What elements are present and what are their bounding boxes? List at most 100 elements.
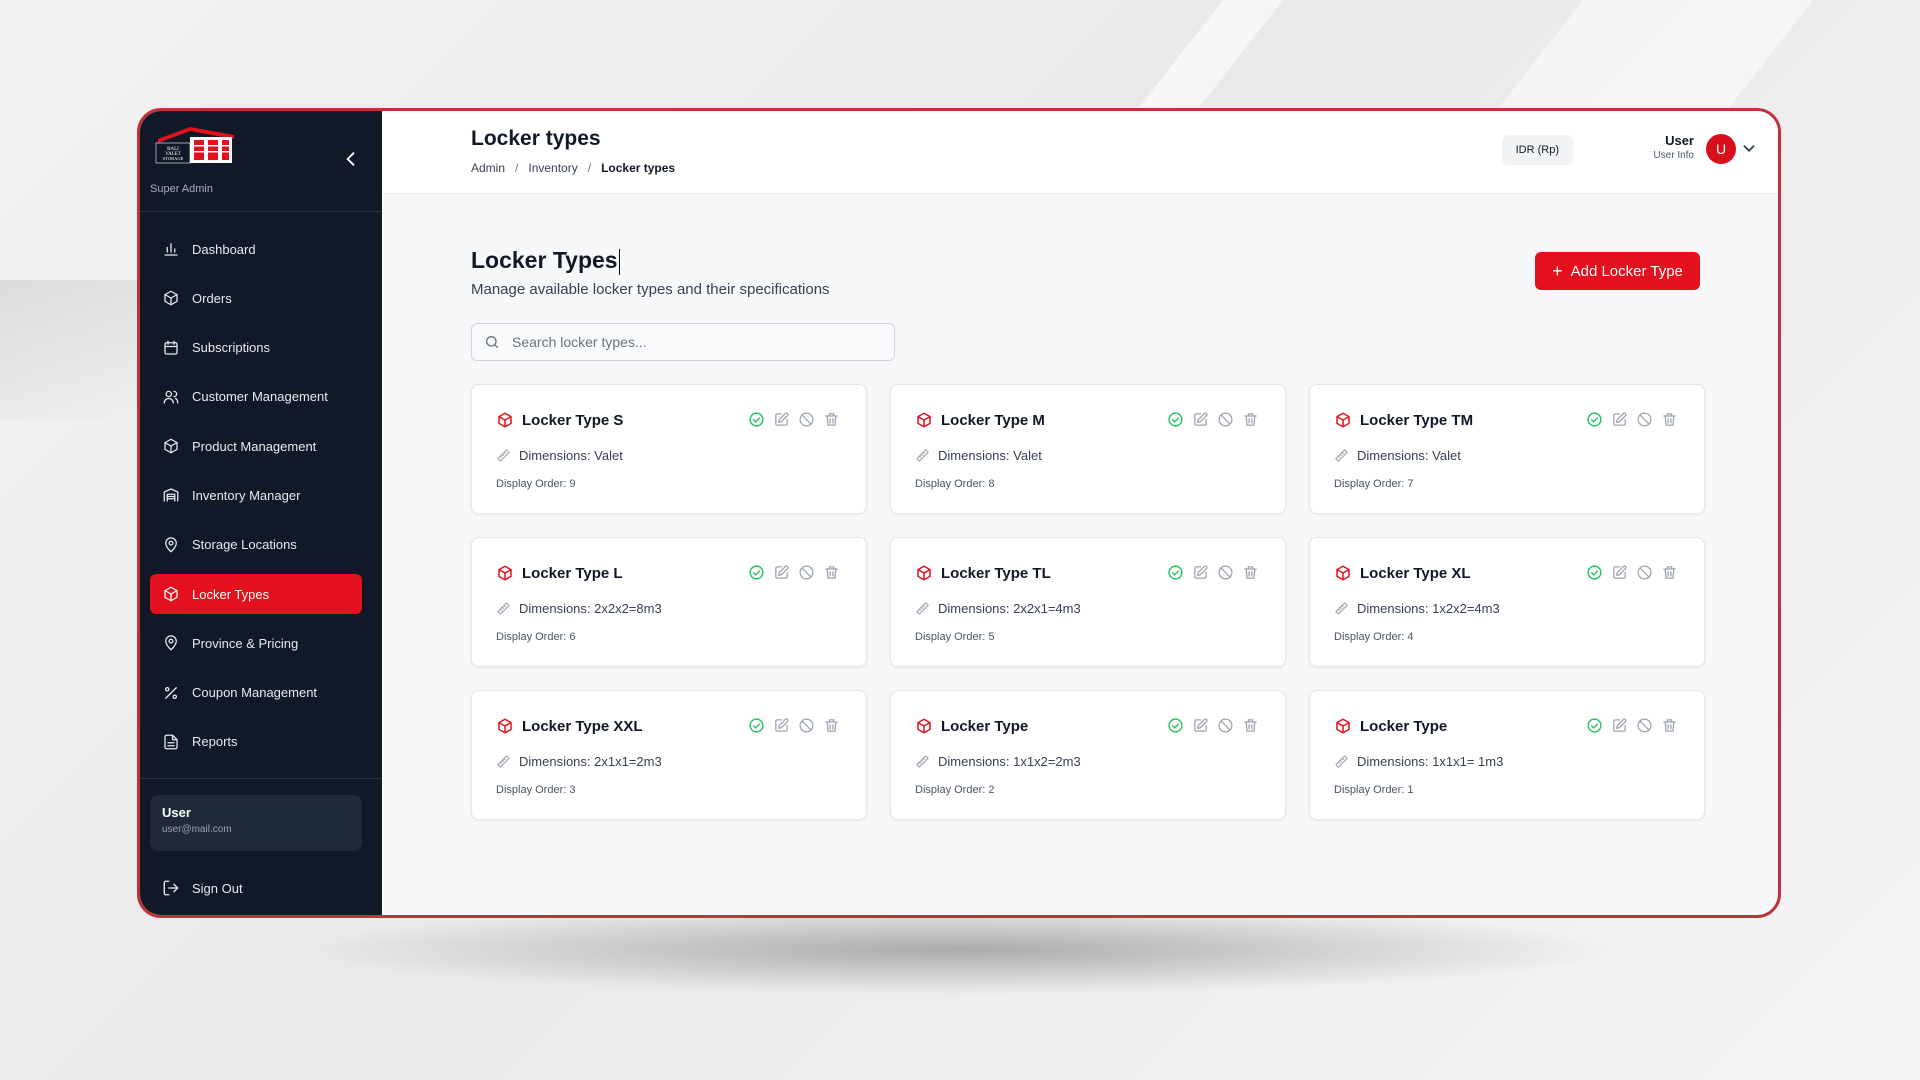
- sidebar-item-label: Orders: [192, 290, 232, 306]
- check-circle-icon[interactable]: [1586, 717, 1603, 734]
- edit-icon[interactable]: [1611, 411, 1628, 428]
- check-circle-icon[interactable]: [748, 717, 765, 734]
- edit-icon[interactable]: [1611, 564, 1628, 581]
- content-title: Locker Types: [471, 247, 620, 275]
- trash-icon[interactable]: [1661, 717, 1678, 734]
- display-order: Display Order: 6: [496, 631, 576, 643]
- ban-icon[interactable]: [1217, 564, 1234, 581]
- edit-icon[interactable]: [1192, 717, 1209, 734]
- sidebar-item-label: Customer Management: [192, 389, 328, 405]
- add-locker-type-label: Add Locker Type: [1570, 262, 1683, 280]
- sidebar-item-orders[interactable]: Orders: [150, 278, 362, 318]
- display-order: Display Order: 1: [1334, 784, 1414, 796]
- page-title: Locker types: [471, 127, 601, 150]
- map-pin-icon: [162, 536, 180, 554]
- trash-icon[interactable]: [823, 717, 840, 734]
- locker-type-name: Locker Type TM: [1360, 411, 1474, 429]
- card-actions: [1167, 564, 1259, 581]
- user-card[interactable]: User user@mail.com: [150, 795, 362, 851]
- window-shadow: [300, 905, 1620, 995]
- edit-icon[interactable]: [773, 564, 790, 581]
- sidebar-item-province-pricing[interactable]: Province & Pricing: [150, 623, 362, 663]
- check-circle-icon[interactable]: [1167, 717, 1184, 734]
- chevron-down-icon[interactable]: [1738, 137, 1760, 159]
- user-menu-text[interactable]: User User Info: [1653, 133, 1694, 161]
- dimensions-row: Dimensions: 1x2x2=4m3: [1334, 601, 1500, 616]
- search-input[interactable]: [510, 333, 874, 351]
- add-locker-type-button[interactable]: + Add Locker Type: [1535, 252, 1700, 290]
- locker-type-name: Locker Type L: [522, 564, 623, 582]
- locker-type-card: Locker Type Dimensions: 1x1x2=2m3 Display …: [890, 690, 1286, 820]
- card-title: Locker Type: [915, 717, 1028, 735]
- card-actions: [1167, 411, 1259, 428]
- locker-type-name: Locker Type S: [522, 411, 624, 429]
- breadcrumb-admin[interactable]: Admin: [471, 161, 505, 175]
- currency-selector[interactable]: IDR (Rp): [1501, 135, 1573, 165]
- sidebar-item-product-management[interactable]: Product Management: [150, 426, 362, 466]
- sidebar-item-reports[interactable]: Reports: [150, 722, 362, 762]
- sidebar-item-storage-locations[interactable]: Storage Locations: [150, 525, 362, 565]
- avatar[interactable]: U: [1706, 134, 1736, 164]
- card-title: Locker Type TM: [1334, 411, 1473, 429]
- collapse-sidebar-button[interactable]: [340, 149, 362, 171]
- sidebar-item-customer-management[interactable]: Customer Management: [150, 377, 362, 417]
- sidebar-item-subscriptions[interactable]: Subscriptions: [150, 328, 362, 368]
- breadcrumb-inventory[interactable]: Inventory: [528, 161, 577, 175]
- trash-icon[interactable]: [1242, 411, 1259, 428]
- edit-icon[interactable]: [1192, 411, 1209, 428]
- edit-icon[interactable]: [773, 717, 790, 734]
- dimensions-text: Dimensions: 2x1x1=2m3: [519, 754, 662, 769]
- calendar-icon: [162, 339, 180, 357]
- sidebar-item-locker-types[interactable]: Locker Types: [150, 574, 362, 615]
- bar-chart-icon: [162, 240, 180, 258]
- trash-icon[interactable]: [1661, 564, 1678, 581]
- locker-type-card: Locker Type TM Dimensions: Valet Display O…: [1309, 384, 1705, 514]
- locker-type-grid: Locker Type S Dimensions: Valet Display Or…: [471, 384, 1705, 820]
- edit-icon[interactable]: [773, 411, 790, 428]
- card-actions: [1586, 717, 1678, 734]
- sidebar-item-inventory-manager[interactable]: Inventory Manager: [150, 475, 362, 515]
- background-shade: [0, 280, 150, 420]
- check-circle-icon[interactable]: [1586, 411, 1603, 428]
- ban-icon[interactable]: [1636, 411, 1653, 428]
- trash-icon[interactable]: [1661, 411, 1678, 428]
- ban-icon[interactable]: [1217, 411, 1234, 428]
- ruler-icon: [497, 449, 510, 462]
- dimensions-text: Dimensions: Valet: [519, 448, 623, 463]
- trash-icon[interactable]: [823, 411, 840, 428]
- dimensions-text: Dimensions: 1x1x2=2m3: [938, 754, 1081, 769]
- check-circle-icon[interactable]: [1586, 564, 1603, 581]
- ban-icon[interactable]: [1636, 564, 1653, 581]
- card-title: Locker Type TL: [915, 564, 1051, 582]
- ban-icon[interactable]: [798, 564, 815, 581]
- dimensions-row: Dimensions: Valet: [915, 448, 1042, 463]
- sidebar-item-coupon-management[interactable]: Coupon Management: [150, 673, 362, 713]
- check-circle-icon[interactable]: [748, 411, 765, 428]
- search-box[interactable]: [471, 323, 895, 361]
- sign-out-button[interactable]: Sign Out: [162, 879, 243, 897]
- dimensions-text: Dimensions: Valet: [938, 448, 1042, 463]
- check-circle-icon[interactable]: [748, 564, 765, 581]
- trash-icon[interactable]: [1242, 564, 1259, 581]
- breadcrumb-separator: /: [515, 161, 519, 175]
- check-circle-icon[interactable]: [1167, 411, 1184, 428]
- sidebar-item-label: Inventory Manager: [192, 487, 301, 503]
- trash-icon[interactable]: [823, 564, 840, 581]
- log-out-icon: [163, 880, 179, 896]
- background-stripe: [1137, 0, 1283, 110]
- package-icon: [496, 411, 514, 429]
- edit-icon[interactable]: [1611, 717, 1628, 734]
- dimensions-text: Dimensions: 2x2x1=4m3: [938, 601, 1081, 616]
- package-icon: [496, 717, 514, 735]
- sidebar-item-dashboard[interactable]: Dashboard: [150, 229, 362, 269]
- ban-icon[interactable]: [798, 411, 815, 428]
- check-circle-icon[interactable]: [1167, 564, 1184, 581]
- trash-icon[interactable]: [1242, 717, 1259, 734]
- ban-icon[interactable]: [1636, 717, 1653, 734]
- card-title: Locker Type L: [496, 564, 623, 582]
- dimensions-row: Dimensions: 2x1x1=2m3: [496, 754, 662, 769]
- ban-icon[interactable]: [798, 717, 815, 734]
- ban-icon[interactable]: [1217, 717, 1234, 734]
- edit-icon[interactable]: [1192, 564, 1209, 581]
- dimensions-row: Dimensions: Valet: [1334, 448, 1461, 463]
